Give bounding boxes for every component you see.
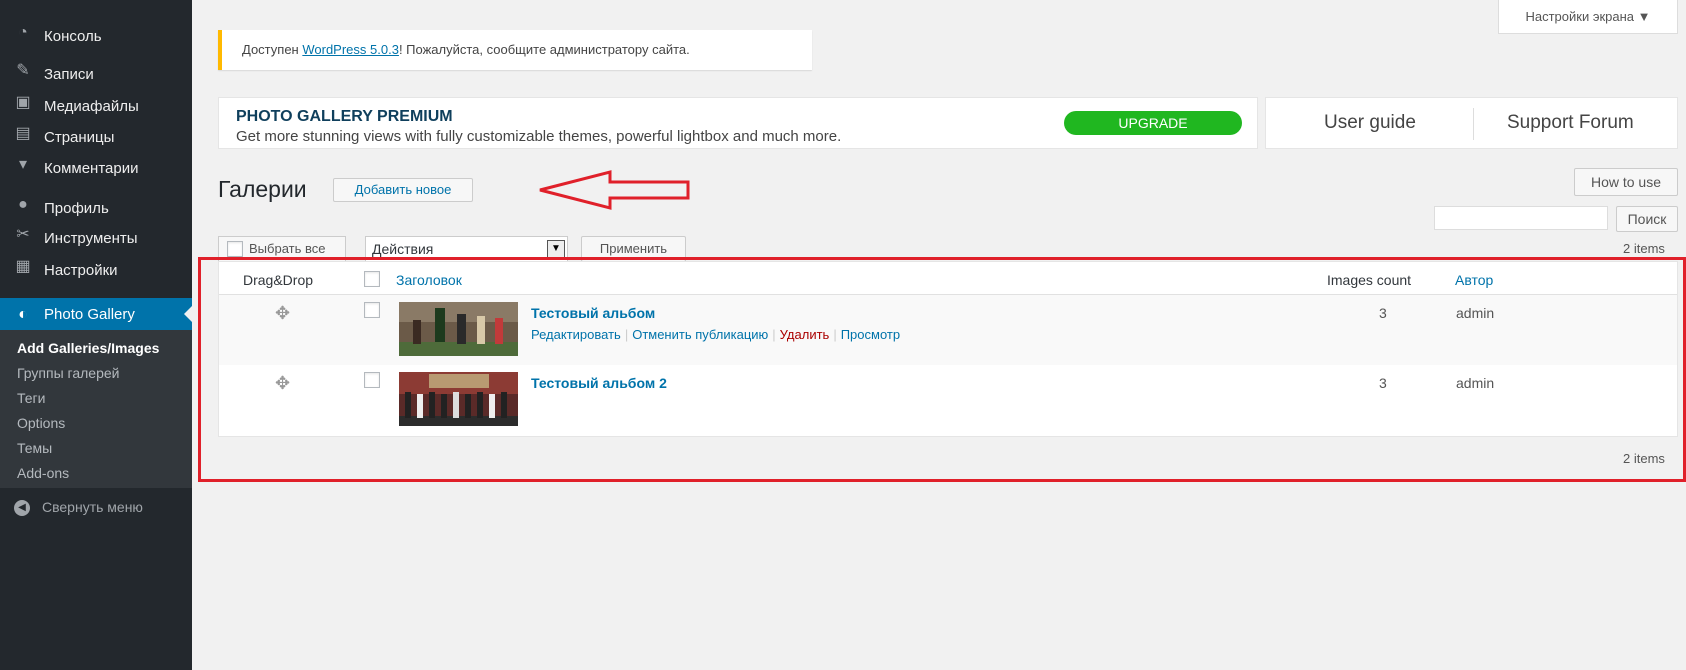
view-link[interactable]: Просмотр xyxy=(841,327,900,342)
comment-icon: ▾ xyxy=(18,156,28,173)
how-to-use-button[interactable]: How to use xyxy=(1574,168,1678,196)
red-arrow-annotation xyxy=(539,170,690,210)
collapse-icon: ◀ xyxy=(14,500,30,517)
page-title: Галерии xyxy=(218,176,307,202)
upgrade-button[interactable]: UPGRADE xyxy=(1064,111,1242,135)
premium-description: Get more stunning views with fully custo… xyxy=(236,128,842,145)
drag-handle-icon[interactable]: ✥ xyxy=(275,373,290,394)
dashboard-icon: ◔ xyxy=(18,24,28,41)
wrench-icon: ✂ xyxy=(16,226,30,243)
author-cell: admin xyxy=(1456,375,1495,391)
user-guide-link[interactable]: User guide xyxy=(1324,112,1416,134)
row-actions: Редактировать | Отменить публикацию | Удалит… xyxy=(531,327,901,342)
premium-title: PHOTO GALLERY PREMIUM xyxy=(236,108,453,125)
edit-link[interactable]: Редактировать xyxy=(531,327,621,342)
submenu-options[interactable]: Options xyxy=(17,415,65,431)
gallery-thumbnail xyxy=(399,372,518,426)
photo-gallery-submenu: Add Galleries/Images Группы галерей Теги… xyxy=(0,330,192,488)
media-icon: ▣ xyxy=(15,94,31,111)
table-row: ✥ Тестовый альбом Редактировать | Отменить… xyxy=(219,295,1677,365)
gallery-title-link[interactable]: Тестовый альбом xyxy=(531,305,655,321)
collapse-menu-button[interactable]: ◀ Свернуть меню xyxy=(14,499,143,517)
search-button[interactable]: Поиск xyxy=(1616,206,1678,232)
sidebar-item-settings[interactable]: ▦ Настройки xyxy=(0,256,192,286)
col-drag-drop: Drag&Drop xyxy=(243,272,314,288)
search-input[interactable] xyxy=(1434,206,1608,230)
author-cell: admin xyxy=(1456,305,1495,321)
divider xyxy=(1473,108,1474,140)
wordpress-update-link[interactable]: WordPress 5.0.3 xyxy=(302,42,399,57)
sidebar-item-pages[interactable]: ▤ Страницы xyxy=(0,123,192,153)
images-count-cell: 3 xyxy=(1379,375,1387,391)
page-icon: ▤ xyxy=(15,125,31,142)
drag-handle-icon[interactable]: ✥ xyxy=(275,303,290,324)
sidebar-item-tools[interactable]: ✂ Инструменты xyxy=(0,224,192,254)
sidebar-item-console[interactable]: ◔ Консоль xyxy=(0,22,192,52)
support-forum-link[interactable]: Support Forum xyxy=(1507,112,1634,134)
submenu-add-galleries[interactable]: Add Galleries/Images xyxy=(17,340,159,356)
premium-banner: PHOTO GALLERY PREMIUM Get more stunning … xyxy=(218,97,1258,149)
row-checkbox[interactable] xyxy=(364,302,380,318)
active-indicator xyxy=(184,306,192,322)
bulk-actions-select[interactable]: Действия ▼ xyxy=(365,236,568,262)
sidebar-item-profile[interactable]: ● Профиль xyxy=(0,194,192,224)
photo-gallery-icon: ◐ xyxy=(18,306,28,323)
help-links: User guide Support Forum xyxy=(1265,97,1678,149)
galleries-table: Drag&Drop Заголовок Images count Автор ✥… xyxy=(218,261,1678,437)
submenu-themes[interactable]: Темы xyxy=(17,440,52,456)
pin-icon: ✎ xyxy=(16,62,30,79)
user-icon: ● xyxy=(18,196,28,213)
add-new-button[interactable]: Добавить новое xyxy=(333,178,473,202)
settings-icon: ▦ xyxy=(15,258,31,275)
submenu-gallery-groups[interactable]: Группы галерей xyxy=(17,365,119,381)
sidebar-item-posts[interactable]: ✎ Записи xyxy=(0,60,192,90)
admin-sidebar: ◔ Консоль ✎ Записи ▣ Медиафайлы ▤ Страни… xyxy=(0,0,192,670)
unpublish-link[interactable]: Отменить публикацию xyxy=(632,327,768,342)
sidebar-item-photo-gallery[interactable]: ◐ Photo Gallery xyxy=(0,298,192,330)
header-checkbox[interactable] xyxy=(364,271,380,287)
select-all-checkbox[interactable] xyxy=(227,241,243,257)
items-count-bottom: 2 items xyxy=(1623,451,1665,466)
table-row: ✥ Тестовый альбом 2 3 admin xyxy=(219,365,1677,435)
sidebar-item-comments[interactable]: ▾ Комментарии xyxy=(0,154,192,184)
submenu-addons[interactable]: Add-ons xyxy=(17,465,69,481)
select-all-button[interactable]: Выбрать все xyxy=(218,236,346,262)
delete-link[interactable]: Удалить xyxy=(780,327,830,342)
col-images-count: Images count xyxy=(1327,272,1412,288)
row-checkbox[interactable] xyxy=(364,372,380,388)
col-title[interactable]: Заголовок xyxy=(396,272,462,288)
apply-button[interactable]: Применить xyxy=(581,236,686,262)
gallery-thumbnail xyxy=(399,302,518,356)
update-notice: Доступен WordPress 5.0.3! Пожалуйста, со… xyxy=(218,30,812,70)
items-count-top: 2 items xyxy=(1623,241,1665,256)
images-count-cell: 3 xyxy=(1379,305,1387,321)
submenu-tags[interactable]: Теги xyxy=(17,390,45,406)
col-author[interactable]: Автор xyxy=(1455,272,1493,288)
screen-options-button[interactable]: Настройки экрана ▼ xyxy=(1498,0,1678,34)
sidebar-item-media[interactable]: ▣ Медиафайлы xyxy=(0,92,192,122)
gallery-title-link[interactable]: Тестовый альбом 2 xyxy=(531,375,667,391)
dropdown-arrow-icon: ▼ xyxy=(547,240,565,258)
